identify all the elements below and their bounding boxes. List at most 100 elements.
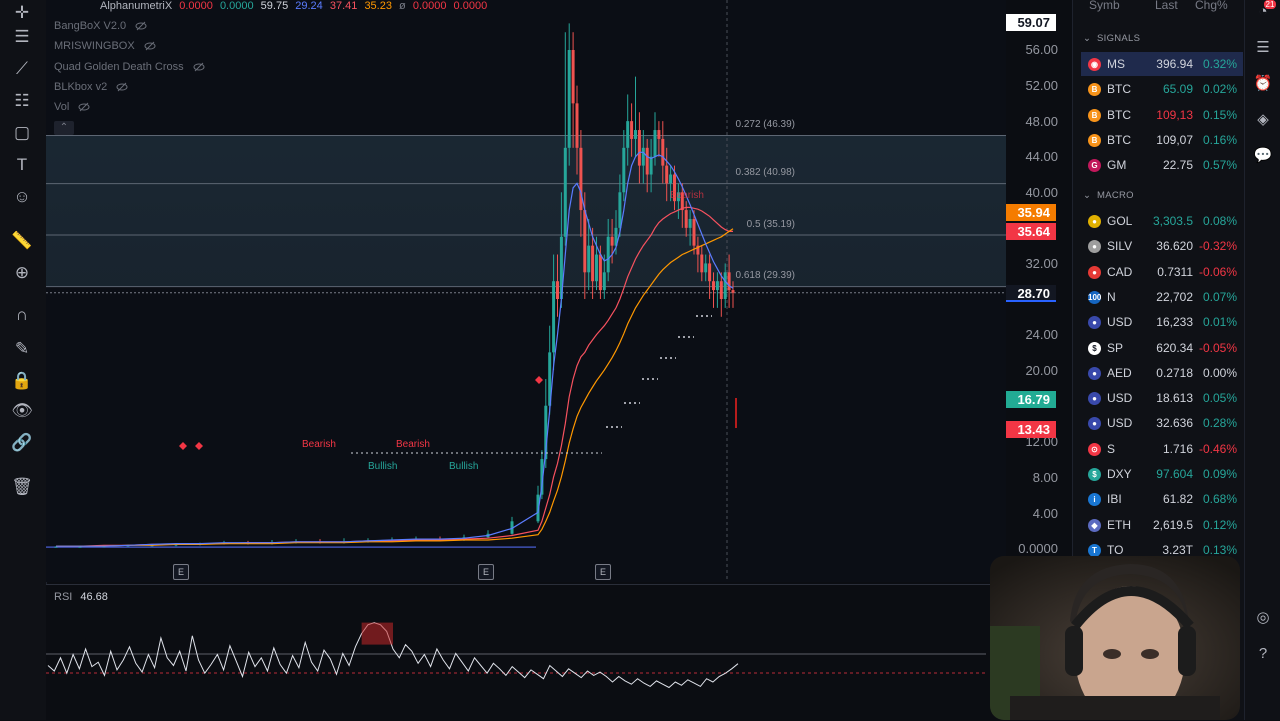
change-percent: 0.08% — [1202, 214, 1237, 228]
fib-retracement-icon[interactable]: ☷ — [9, 88, 35, 114]
indicator-name: MRISWINGBOX — [54, 40, 135, 52]
ruler-icon[interactable]: 📏 — [9, 228, 35, 254]
indicator-value: 0.0000 — [179, 0, 213, 12]
indicator-quad-golden[interactable]: Quad Golden Death Cross — [54, 59, 205, 75]
link-icon[interactable]: 🔗 — [9, 430, 35, 456]
watchlist-icon[interactable]: ☰ — [1251, 36, 1275, 60]
symbol-logo-icon: ⊙ — [1088, 442, 1101, 456]
menu-icon[interactable]: ☰ — [9, 24, 35, 50]
lock-icon[interactable]: 🔒 — [9, 368, 35, 394]
indicator-bangbox[interactable]: BangBoX V2.0 — [54, 18, 147, 34]
candle-body — [641, 147, 645, 166]
watchlist-row[interactable]: ● GOL 3,303.5 0.08% — [1081, 209, 1243, 233]
section-macro[interactable]: ⌄ MACRO — [1073, 186, 1245, 206]
watchlist-row[interactable]: ● SILV 36.620 -0.32% — [1081, 234, 1243, 258]
trend-line-icon[interactable]: ⟋ — [9, 56, 35, 82]
webcam-video — [990, 556, 1240, 720]
watchlist-row[interactable]: ● USD 32.636 0.28% — [1081, 411, 1243, 435]
crosshair-icon[interactable]: ✛ — [9, 0, 35, 26]
price-chart-canvas[interactable] — [46, 0, 1070, 582]
hidden-eye-icon[interactable] — [135, 20, 147, 32]
watchlist-row[interactable]: B BTC 109,07 0.16% — [1081, 128, 1243, 152]
col-symbol[interactable]: Symb — [1089, 0, 1120, 12]
watchlist-row[interactable]: i IBI 61.82 0.68% — [1081, 487, 1243, 511]
change-percent: 0.02% — [1202, 82, 1237, 97]
watchlist-row[interactable]: ● USD 18.613 0.05% — [1081, 386, 1243, 410]
text-icon[interactable]: T — [9, 152, 35, 178]
collapse-indicators-button[interactable]: ⌃ — [54, 121, 74, 135]
change-percent: -0.46% — [1198, 441, 1237, 456]
symbol-logo-icon: ● — [1088, 316, 1101, 330]
earnings-marker[interactable]: E — [173, 564, 189, 580]
watchlist-row[interactable]: G GM 22.75 0.57% — [1081, 153, 1243, 177]
watchlist-row[interactable]: ● USD 16,233 0.01% — [1081, 310, 1243, 334]
eye-icon[interactable]: 👁 — [9, 398, 35, 424]
watchlist-row[interactable]: B BTC 65.09 0.02% — [1081, 77, 1243, 101]
layers-icon[interactable]: ◈ — [1251, 108, 1275, 132]
alerts-icon[interactable]: ⏰ — [1251, 72, 1275, 96]
signal-diamond — [179, 442, 187, 450]
pencil-icon[interactable]: ✎ — [9, 336, 35, 362]
hidden-eye-icon[interactable] — [193, 61, 205, 73]
symbol-name: USD — [1107, 416, 1133, 431]
candle-body — [583, 210, 587, 273]
zoom-in-icon[interactable]: ⊕ — [9, 260, 35, 286]
candle-body — [653, 130, 657, 157]
fib-level-label: 0.618 (29.39) — [735, 270, 796, 281]
symbol-name: SILV — [1107, 239, 1133, 254]
earnings-marker[interactable]: E — [478, 564, 494, 580]
watchlist-row[interactable]: ◉ MS 396.94 0.32% — [1081, 52, 1243, 76]
rsi-pane[interactable]: RSI 46.68 — [46, 584, 1070, 721]
candle-body — [723, 272, 727, 299]
price-badge-ma-red: 35.64 — [1006, 223, 1056, 240]
magnet-icon[interactable]: ∩ — [9, 302, 35, 328]
hidden-eye-icon[interactable] — [78, 101, 90, 113]
hidden-eye-icon[interactable] — [144, 40, 156, 52]
hidden-eye-icon[interactable] — [116, 81, 128, 93]
candle-body — [591, 245, 595, 282]
bullish-label: Bullish — [449, 461, 479, 472]
help-icon[interactable]: ? — [1251, 642, 1275, 666]
candle-body — [704, 263, 708, 273]
main-chart[interactable]: AlphanumetriX 0.0000 0.0000 59.75 29.24 … — [46, 0, 1070, 582]
shape-icon[interactable]: ▢ — [9, 120, 35, 146]
watchlist-row[interactable]: 100 N 22,702 0.07% — [1081, 285, 1243, 309]
symbol-name: MS — [1107, 57, 1125, 71]
notification-badge: 21 — [1264, 0, 1276, 9]
watchlist-row[interactable]: $ DXY 97.604 0.09% — [1081, 462, 1243, 486]
indicator-name: BangBoX V2.0 — [54, 20, 127, 32]
symbol-name: S — [1107, 441, 1116, 456]
indicator-main[interactable]: AlphanumetriX 0.0000 0.0000 59.75 29.24 … — [100, 0, 487, 14]
indicator-name: Quad Golden Death Cross — [54, 61, 184, 73]
candle-body — [579, 147, 583, 211]
target-icon[interactable]: ◎ — [1251, 606, 1275, 630]
col-chg[interactable]: Chg% — [1195, 0, 1228, 12]
watchlist-row[interactable]: ● CAD 0.7311 -0.06% — [1081, 260, 1243, 284]
fib-level-label: 0.5 (35.19) — [746, 219, 795, 230]
indicator-vol[interactable]: Vol — [54, 99, 90, 115]
candle-body — [54, 546, 58, 548]
watchlist-row[interactable]: $ SP 620.34 -0.05% — [1081, 336, 1243, 360]
symbol-logo-icon: ● — [1088, 240, 1101, 254]
trash-icon[interactable]: 🗑 — [9, 474, 35, 500]
watchlist-row[interactable]: ● AED 0.2718 0.00% — [1081, 361, 1243, 385]
indicator-blkbox[interactable]: BLKbox v2 — [54, 79, 128, 95]
price-tick: 20.00 — [1025, 363, 1058, 378]
emoji-icon[interactable]: ☺ — [9, 184, 35, 210]
symbol-name: AED — [1107, 365, 1132, 380]
watchlist-row[interactable]: ⊙ S 1.716 -0.46% — [1081, 437, 1243, 461]
watchlist-row[interactable]: B BTC 109,13 0.15% — [1081, 103, 1243, 127]
indicator-mriswingbox[interactable]: MRISWINGBOX — [54, 38, 156, 54]
symbol-name: N — [1107, 289, 1116, 304]
col-last[interactable]: Last — [1155, 0, 1178, 12]
candle-body — [602, 272, 606, 291]
candle-body — [700, 254, 704, 273]
symbol-logo-icon: $ — [1088, 468, 1101, 481]
earnings-marker[interactable]: E — [595, 564, 611, 580]
watchlist-row[interactable]: ◆ ETH 2,619.5 0.12% — [1081, 513, 1243, 537]
price-tick: 8.00 — [1032, 470, 1058, 485]
section-signals[interactable]: ⌄ SIGNALS — [1073, 29, 1245, 49]
chevron-down-icon: ⌄ — [1083, 190, 1092, 201]
last-price: 109,13 — [1156, 107, 1193, 122]
chat-icon[interactable]: 💬 — [1251, 144, 1275, 168]
